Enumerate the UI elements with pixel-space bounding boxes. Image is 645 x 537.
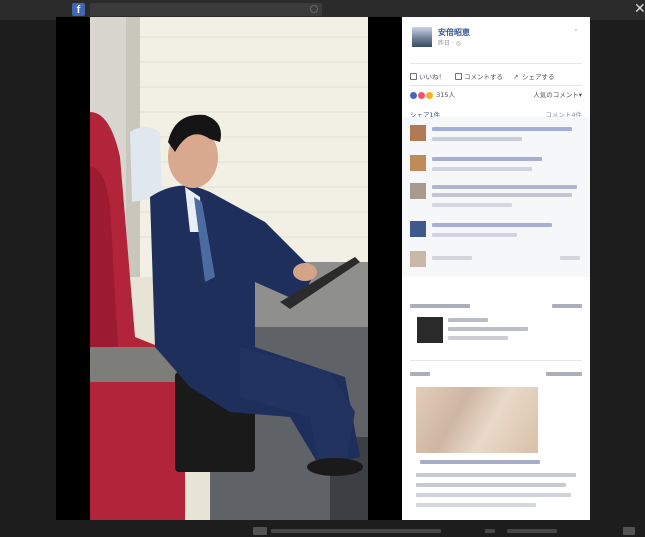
- share-icon: ↗: [513, 72, 519, 81]
- pixelated-text: [507, 529, 557, 533]
- pixelated-text: [410, 372, 430, 376]
- background-feed-strip: [245, 522, 645, 537]
- suggested-thumbnail[interactable]: [417, 317, 443, 343]
- reactions-row: 315人 人気のコメント▾: [410, 89, 582, 101]
- author-name[interactable]: 安倍昭恵: [438, 27, 470, 38]
- pixelated-text: [546, 372, 582, 376]
- divider: [410, 63, 582, 64]
- list-item: [410, 221, 582, 245]
- list-item: [410, 125, 582, 149]
- pixelated-text: [432, 127, 572, 131]
- comment-input[interactable]: [410, 251, 582, 271]
- comment-icon: [455, 72, 462, 80]
- share-label: シェアする: [522, 73, 555, 81]
- pixelated-text: [432, 185, 577, 189]
- reaction-count[interactable]: 315人: [436, 91, 455, 99]
- action-bar: いいね！ コメントする ↗ シェアする: [410, 69, 582, 83]
- author-avatar[interactable]: [412, 27, 432, 47]
- pixelated-text: [416, 503, 536, 507]
- pixelated-text: [623, 527, 635, 535]
- pixelated-text: [410, 304, 470, 308]
- pixelated-text: [432, 256, 472, 260]
- pixelated-text: [485, 529, 495, 533]
- list-item: [410, 183, 582, 217]
- pixelated-text: [552, 304, 582, 308]
- pixelated-text: [560, 256, 580, 260]
- search-icon: [310, 5, 318, 13]
- thumbs-up-icon: [410, 72, 417, 80]
- divider: [410, 85, 582, 86]
- facebook-logo-icon[interactable]: f: [72, 3, 85, 16]
- pixelated-text: [432, 223, 552, 227]
- avatar[interactable]: [410, 125, 426, 141]
- comment-list: [402, 117, 590, 277]
- pixelated-text: [448, 327, 528, 331]
- avatar: [410, 251, 426, 267]
- pixelated-text: [432, 137, 522, 141]
- search-input[interactable]: [90, 3, 322, 16]
- pixelated-text: [271, 529, 441, 533]
- pixelated-text: [432, 167, 532, 171]
- love-reaction-icon: [418, 91, 425, 99]
- pixelated-text: [448, 318, 488, 322]
- post-time[interactable]: 昨日 · ◎: [438, 38, 461, 47]
- suggested-video-thumbnail[interactable]: [416, 387, 538, 453]
- wow-reaction-icon: [426, 91, 433, 99]
- pixelated-text: [253, 527, 267, 535]
- avatar[interactable]: [410, 221, 426, 237]
- pixelated-text: [432, 203, 512, 207]
- pixelated-text: [420, 460, 540, 464]
- pixelated-text: [416, 473, 576, 477]
- pixelated-text: [432, 157, 542, 161]
- pixelated-text: [416, 493, 571, 497]
- avatar[interactable]: [410, 183, 426, 199]
- close-icon[interactable]: ✕: [634, 2, 645, 16]
- pixelated-text: [448, 336, 508, 340]
- comment-label: コメントする: [464, 73, 503, 81]
- like-reaction-icon: [410, 91, 417, 99]
- divider: [410, 360, 582, 361]
- share-button[interactable]: ↗ シェアする: [513, 71, 555, 82]
- comment-button[interactable]: コメントする: [455, 71, 503, 81]
- post-panel: 安倍昭恵 昨日 · ◎ ⌄ いいね！ コメントする ↗ シェアする 315人 人…: [402, 17, 590, 520]
- pixelated-text: [432, 233, 517, 237]
- pixelated-text: [416, 483, 566, 487]
- post-photo[interactable]: [90, 17, 368, 520]
- photo-image: [90, 17, 368, 520]
- avatar[interactable]: [410, 155, 426, 171]
- chevron-down-icon[interactable]: ⌄: [573, 25, 579, 33]
- popular-comments-dropdown[interactable]: 人気のコメント▾: [533, 89, 582, 99]
- like-label: いいね！: [419, 73, 445, 81]
- list-item: [410, 155, 582, 179]
- pixelated-text: [432, 193, 572, 197]
- like-button[interactable]: いいね！: [410, 71, 445, 81]
